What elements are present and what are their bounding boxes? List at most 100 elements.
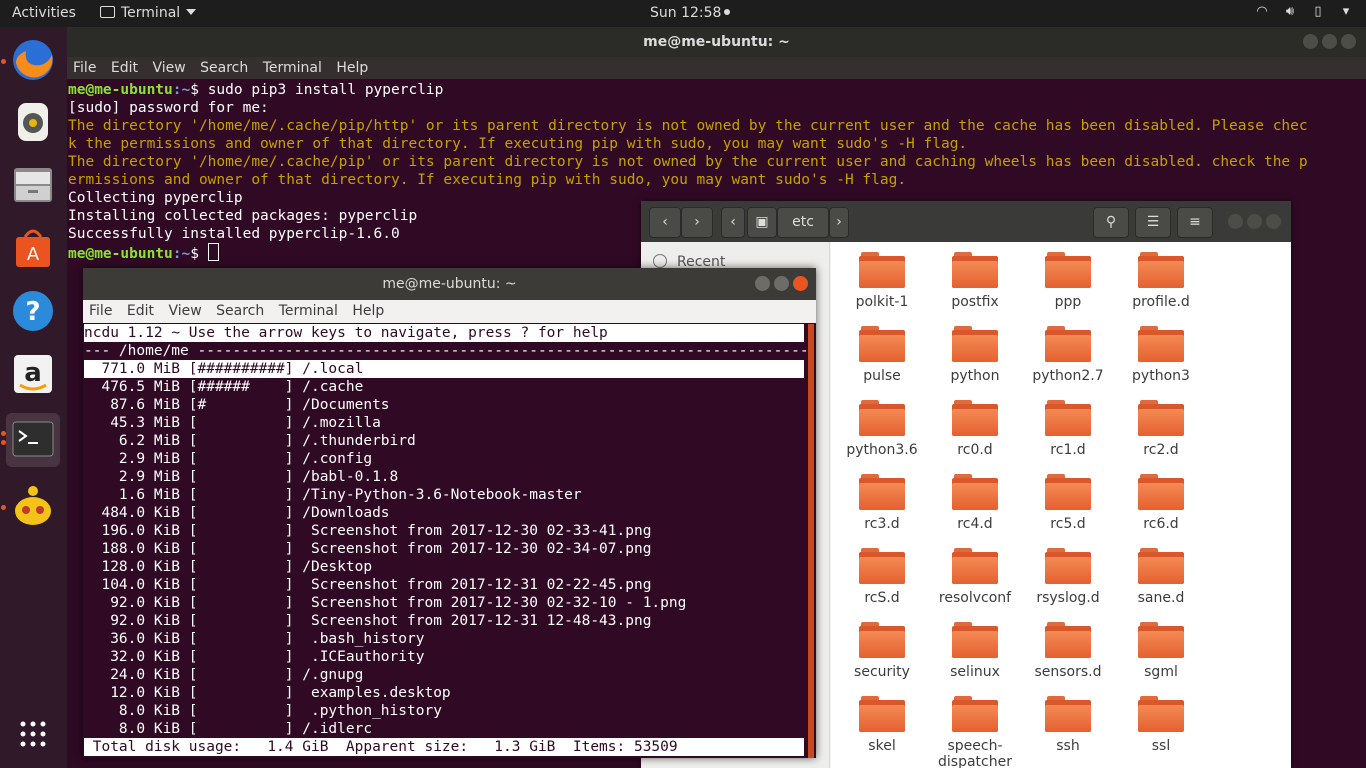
path-etc-button[interactable]: etc: [777, 207, 829, 238]
folder-item[interactable]: ppp: [1023, 250, 1113, 310]
menu-view[interactable]: View: [152, 60, 185, 76]
software-center-icon[interactable]: A: [6, 221, 60, 275]
folder-item[interactable]: pulse: [837, 324, 927, 384]
close-icon[interactable]: [793, 276, 808, 291]
ncdu-row[interactable]: 196.0 KiB [ ] Screenshot from 2017-12-30…: [84, 522, 804, 540]
hexchat-icon[interactable]: [6, 479, 60, 533]
back-button[interactable]: ‹: [649, 207, 681, 238]
folder-item[interactable]: rcS.d: [837, 546, 927, 606]
folder-item[interactable]: selinux: [930, 620, 1020, 680]
path-scroll-left-button[interactable]: ‹: [721, 207, 745, 238]
rhythmbox-icon[interactable]: [6, 95, 60, 149]
folder-item[interactable]: security: [837, 620, 927, 680]
ncdu-row[interactable]: 36.0 KiB [ ] .bash_history: [84, 630, 804, 648]
clock[interactable]: Sun 12:58: [650, 5, 731, 21]
folder-item[interactable]: postfix: [930, 250, 1020, 310]
folder-item[interactable]: rc3.d: [837, 472, 927, 532]
activities-button[interactable]: Activities: [12, 5, 76, 21]
folder-item[interactable]: rsyslog.d: [1023, 546, 1113, 606]
folder-item[interactable]: rc0.d: [930, 398, 1020, 458]
menu-help[interactable]: Help: [352, 303, 384, 319]
terminal-icon[interactable]: [6, 413, 60, 467]
battery-icon[interactable]: ▯: [1310, 4, 1326, 20]
folder-item[interactable]: ssh: [1023, 694, 1113, 754]
ncdu-row[interactable]: 8.0 KiB [ ] .python_history: [84, 702, 804, 720]
ncdu-row[interactable]: 2.9 MiB [ ] /babl-0.1.8: [84, 468, 804, 486]
ncdu-row[interactable]: 128.0 KiB [ ] /Desktop: [84, 558, 804, 576]
menu-file[interactable]: File: [73, 60, 96, 76]
folder-item[interactable]: rc5.d: [1023, 472, 1113, 532]
help-icon[interactable]: ?: [6, 284, 60, 338]
folder-item[interactable]: rc2.d: [1116, 398, 1206, 458]
ncdu-row[interactable]: 92.0 KiB [ ] Screenshot from 2017-12-30 …: [84, 594, 804, 612]
folder-item[interactable]: ssl: [1116, 694, 1206, 754]
root-location-button[interactable]: ▣: [747, 207, 777, 238]
wifi-icon[interactable]: ◠: [1254, 4, 1270, 20]
menu-search[interactable]: Search: [200, 60, 248, 76]
ncdu-row[interactable]: 771.0 MiB [##########] /.local: [84, 360, 804, 378]
ncdu-row[interactable]: 104.0 KiB [ ] Screenshot from 2017-12-31…: [84, 576, 804, 594]
ncdu-row[interactable]: 32.0 KiB [ ] .ICEauthority: [84, 648, 804, 666]
ncdu-row[interactable]: 188.0 KiB [ ] Screenshot from 2017-12-30…: [84, 540, 804, 558]
ncdu-row[interactable]: 484.0 KiB [ ] /Downloads: [84, 504, 804, 522]
folder-item[interactable]: python3: [1116, 324, 1206, 384]
terminal-window-ncdu[interactable]: me@me-ubuntu: ~ File Edit View Search Te…: [83, 268, 816, 758]
menu-edit[interactable]: Edit: [111, 60, 138, 76]
folder-item[interactable]: python2.7: [1023, 324, 1113, 384]
volume-icon[interactable]: 🔊︎: [1282, 4, 1298, 20]
minimize-icon[interactable]: [1228, 214, 1243, 229]
firefox-icon[interactable]: [6, 33, 60, 87]
app-menu[interactable]: Terminal: [100, 5, 197, 21]
folder-item[interactable]: rc1.d: [1023, 398, 1113, 458]
folder-item[interactable]: python3.6: [837, 398, 927, 458]
maximize-icon[interactable]: [774, 276, 789, 291]
folder-item[interactable]: sensors.d: [1023, 620, 1113, 680]
menu-terminal[interactable]: Terminal: [279, 303, 338, 319]
menu-view[interactable]: View: [168, 303, 201, 319]
ncdu-row[interactable]: 6.2 MiB [ ] /.thunderbird: [84, 432, 804, 450]
close-icon[interactable]: [1341, 34, 1356, 49]
system-tray[interactable]: ◠ 🔊︎ ▯ ▾: [1254, 4, 1354, 20]
menu-terminal[interactable]: Terminal: [263, 60, 322, 76]
ncdu-row[interactable]: 8.0 KiB [ ] /.idlerc: [84, 720, 804, 738]
folder-item[interactable]: speech- dispatcher: [930, 694, 1020, 768]
file-manager-headerbar[interactable]: ‹ › ‹ ▣ etc › ⚲ ☰ ≡: [641, 201, 1291, 242]
menu-file[interactable]: File: [89, 303, 112, 319]
ncdu-row[interactable]: 2.9 MiB [ ] /.config: [84, 450, 804, 468]
window-titlebar[interactable]: me@me-ubuntu: ~: [67, 27, 1366, 57]
amazon-icon[interactable]: a: [6, 347, 60, 401]
forward-button[interactable]: ›: [681, 207, 713, 238]
minimize-icon[interactable]: [1303, 34, 1318, 49]
view-toggle-button[interactable]: ☰: [1135, 207, 1171, 238]
search-button[interactable]: ⚲: [1093, 207, 1129, 238]
chevron-down-icon[interactable]: ▾: [1338, 4, 1354, 20]
folder-item[interactable]: resolvconf: [930, 546, 1020, 606]
files-icon[interactable]: [6, 158, 60, 212]
ncdu-row[interactable]: 476.5 MiB [###### ] /.cache: [84, 378, 804, 396]
maximize-icon[interactable]: [1322, 34, 1337, 49]
ncdu-row[interactable]: 45.3 MiB [ ] /.mozilla: [84, 414, 804, 432]
folder-item[interactable]: sane.d: [1116, 546, 1206, 606]
ncdu-row[interactable]: 87.6 MiB [# ] /Documents: [84, 396, 804, 414]
maximize-icon[interactable]: [1247, 214, 1262, 229]
folder-item[interactable]: profile.d: [1116, 250, 1206, 310]
menu-button[interactable]: ≡: [1177, 207, 1213, 238]
scrollbar[interactable]: [808, 324, 814, 758]
folder-item[interactable]: skel: [837, 694, 927, 754]
minimize-icon[interactable]: [755, 276, 770, 291]
close-icon[interactable]: [1266, 214, 1281, 229]
ncdu-row[interactable]: 12.0 KiB [ ] examples.desktop: [84, 684, 804, 702]
folder-item[interactable]: rc4.d: [930, 472, 1020, 532]
ncdu-output[interactable]: ncdu 1.12 ~ Use the arrow keys to naviga…: [84, 324, 809, 756]
ncdu-row[interactable]: 1.6 MiB [ ] /Tiny-Python-3.6-Notebook-ma…: [84, 486, 804, 504]
menu-search[interactable]: Search: [216, 303, 264, 319]
show-applications-icon[interactable]: [6, 707, 60, 761]
menu-edit[interactable]: Edit: [127, 303, 154, 319]
folder-item[interactable]: polkit-1: [837, 250, 927, 310]
window-titlebar[interactable]: me@me-ubuntu: ~: [83, 268, 816, 300]
ncdu-row[interactable]: 24.0 KiB [ ] /.gnupg: [84, 666, 804, 684]
folder-item[interactable]: rc6.d: [1116, 472, 1206, 532]
menu-help[interactable]: Help: [336, 60, 368, 76]
ncdu-row[interactable]: 92.0 KiB [ ] Screenshot from 2017-12-31 …: [84, 612, 804, 630]
path-scroll-right-button[interactable]: ›: [829, 207, 849, 238]
